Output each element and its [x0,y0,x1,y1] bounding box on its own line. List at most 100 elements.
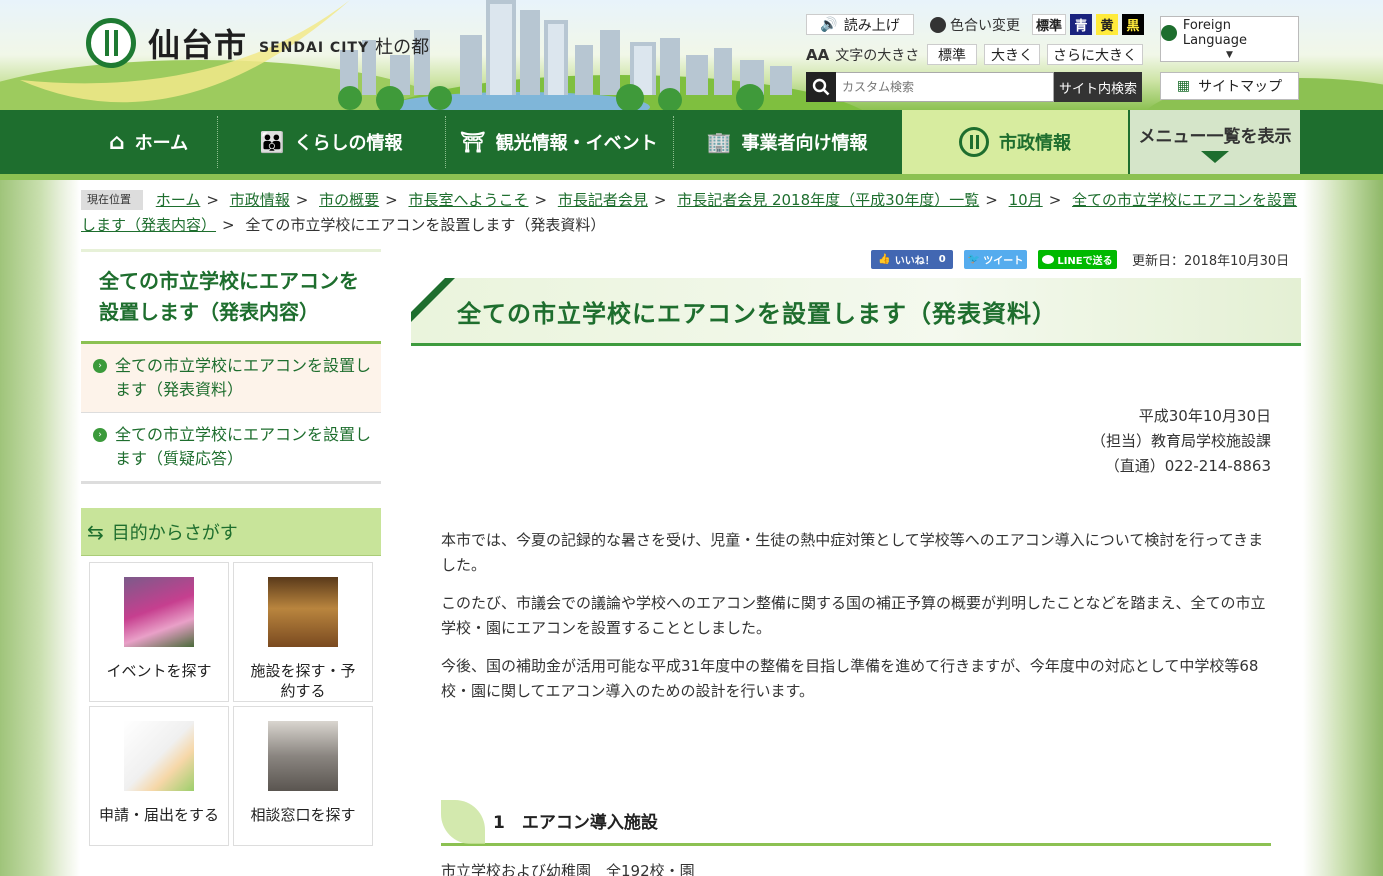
purpose-card-application[interactable]: 申請・届出をする [89,706,229,846]
font-size-standard-button[interactable]: 標準 [927,44,977,65]
line-icon [1042,255,1055,264]
tweet-label: ツイート [983,256,1024,267]
leaf-icon [441,800,485,844]
breadcrumb-link[interactable]: 市長記者会見 [558,191,648,209]
line-label: LINEで送る [1057,256,1113,267]
font-size-icon: AA [806,46,830,64]
local-nav-title[interactable]: 全ての市立学校にエアコンを設置します（発表内容） [81,249,381,344]
breadcrumb-link[interactable]: 市長室へようこそ [408,191,528,209]
breadcrumb-separator: > [1048,191,1062,209]
tourism-icon: ⛩ [460,130,486,154]
speaker-icon: 🔊 [820,16,838,33]
breadcrumb-link[interactable]: 10月 [1009,191,1043,209]
breadcrumb-link[interactable]: 市の概要 [319,191,379,209]
nav-business[interactable]: 🏢 事業者向け情報 [674,110,900,174]
purpose-card-consultation[interactable]: 相談窓口を探す [233,706,373,846]
press-release-department: （担当）教育局学校施設課 [1090,432,1271,450]
purpose-card-label: 申請・届出をする [98,806,219,824]
like-label: いいね！ [894,256,935,267]
sitemap-icon: ▦ [1176,78,1191,94]
local-nav-item-label: 全ての市立学校にエアコンを設置します（発表資料） [115,356,372,399]
purpose-heading: ⇆ 目的からさがす [81,508,381,556]
color-option-blue[interactable]: 青 [1070,14,1092,35]
arrow-bullet-icon: › [93,428,107,442]
concert-hall-photo [268,577,338,647]
press-release-phone: （直通）022-214-8863 [1104,457,1271,475]
breadcrumb-separator: > [985,191,998,209]
nav-tourism[interactable]: ⛩ 観光情報・イベント [446,110,672,174]
breadcrumb-separator: > [222,216,235,234]
color-option-standard[interactable]: 標準 [1032,14,1066,35]
font-size-group: AA 文字の大きさ [806,44,919,66]
press-release-meta: 平成30年10月30日 （担当）教育局学校施設課 （直通）022-214-886… [1091,404,1271,479]
nav-city-government-label: 市政情報 [999,133,1071,154]
font-size-large-button[interactable]: 大きく [984,44,1040,65]
breadcrumb-separator: > [534,191,548,209]
color-option-yellow[interactable]: 黄 [1096,14,1118,35]
purpose-card-facility[interactable]: 施設を探す・予約する [233,562,373,702]
section-heading-text: 1 エアコン導入施設 [493,813,658,833]
purpose-card-label: 施設を探す・予約する [250,662,356,700]
nav-home-label: ホーム [134,133,189,154]
consultation-staff-photo [268,721,338,791]
breadcrumb-link[interactable]: 市長記者会見 2018年度（平成30年度）一覧 [677,191,979,209]
like-count: 0 [938,254,946,265]
page-title: 全ての市立学校にエアコンを設置します（発表資料） [457,300,1057,328]
line-share-button[interactable]: LINEで送る [1038,250,1117,269]
press-release-date: 平成30年10月30日 [1138,407,1271,425]
writing-form-photo [124,721,194,791]
page-title-box: 全ての市立学校にエアコンを設置します（発表資料） [411,278,1301,346]
breadcrumb-separator: > [206,191,219,209]
article-paragraph: 今後、国の補助金が活用可能な平成31年度中の整備を目指し準備を進めて行きますが、… [441,657,1259,700]
thumbs-up-icon: 👍 [878,254,891,265]
article-paragraph: このたび、市議会での議論や学校へのエアコン整備に関する国の補正予算の概要が判明し… [441,594,1266,637]
tweet-button[interactable]: 🐦 ツイート [964,250,1027,269]
menu-list-button[interactable]: メニュー一覧を表示 [1130,110,1300,174]
breadcrumb-separator: > [295,191,309,209]
section-text: 市立学校および幼稚園 全192校・園 [441,862,695,876]
nav-city-government[interactable]: 市政情報 [902,110,1128,174]
nav-living[interactable]: 👪 くらしの情報 [218,110,444,174]
title-corner-decoration [411,278,445,312]
search-icon[interactable] [806,72,836,102]
sitemap-label: サイトマップ [1198,79,1283,95]
logo-subtitle: SENDAI CITY [259,40,370,56]
local-nav-item-label: 全ての市立学校にエアコンを設置します（質疑応答） [115,425,372,468]
color-option-black[interactable]: 黒 [1122,14,1144,35]
article-paragraph: 本市では、今夏の記録的な暑さを受け、児童・生徒の熱中症対策として学校等へのエアコ… [441,531,1264,574]
purpose-card-event[interactable]: イベントを探す [89,562,229,702]
local-nav-item-qa[interactable]: › 全ての市立学校にエアコンを設置します（質疑応答） [81,413,381,484]
chevron-down-icon: ▼ [1226,50,1233,60]
local-navigation: 全ての市立学校にエアコンを設置します（発表内容） › 全ての市立学校にエアコンを… [81,249,381,484]
section-heading: 1 エアコン導入施設 [441,798,1271,846]
foreign-language-button[interactable]: Foreign Language ▼ [1160,16,1299,62]
family-icon: 👪 [259,130,285,154]
menu-list-label: メニュー一覧を表示 [1138,126,1292,147]
city-emblem-icon [959,127,989,157]
site-header: 仙台市 SENDAI CITY 杜の都 🔊 読み上げ 色合い変更 標準 青 黄 … [0,0,1383,110]
nav-home[interactable]: ⌂ ホーム [80,110,217,174]
breadcrumb-link[interactable]: 市政情報 [230,191,290,209]
sitemap-button[interactable]: ▦ サイトマップ [1160,72,1299,100]
local-nav-item-press-release[interactable]: › 全ての市立学校にエアコンを設置します（発表資料） [81,344,381,413]
foreign-language-label: Foreign Language [1182,18,1247,48]
color-change-label: 色合い変更 [950,18,1020,34]
sendai-city-emblem-icon [86,18,136,68]
twitter-bird-icon: 🐦 [967,254,981,265]
breadcrumb-separator: > [653,191,667,209]
breadcrumb-link[interactable]: ホーム [156,191,201,209]
site-search-button[interactable]: サイト内検索 [1054,72,1142,102]
palette-icon [930,17,946,33]
purpose-search-panel: ⇆ 目的からさがす イベントを探す 施設を探す・予約する 申請・届出をする 相談… [81,508,381,852]
nav-living-label: くらしの情報 [294,133,403,154]
updated-date: 更新日：2018年10月30日 [1132,254,1290,269]
search-input[interactable] [836,72,1054,102]
breadcrumb-separator: > [385,191,398,209]
purpose-heading-label: 目的からさがす [111,522,238,544]
read-aloud-button[interactable]: 🔊 読み上げ [806,14,914,35]
facebook-like-button[interactable]: 👍 いいね！ 0 [871,250,953,269]
font-size-larger-button[interactable]: さらに大きく [1047,44,1143,65]
logo-title: 仙台市 [148,26,248,64]
signpost-icon: ⇆ [87,519,104,544]
site-logo[interactable]: 仙台市 SENDAI CITY 杜の都 [86,18,429,68]
